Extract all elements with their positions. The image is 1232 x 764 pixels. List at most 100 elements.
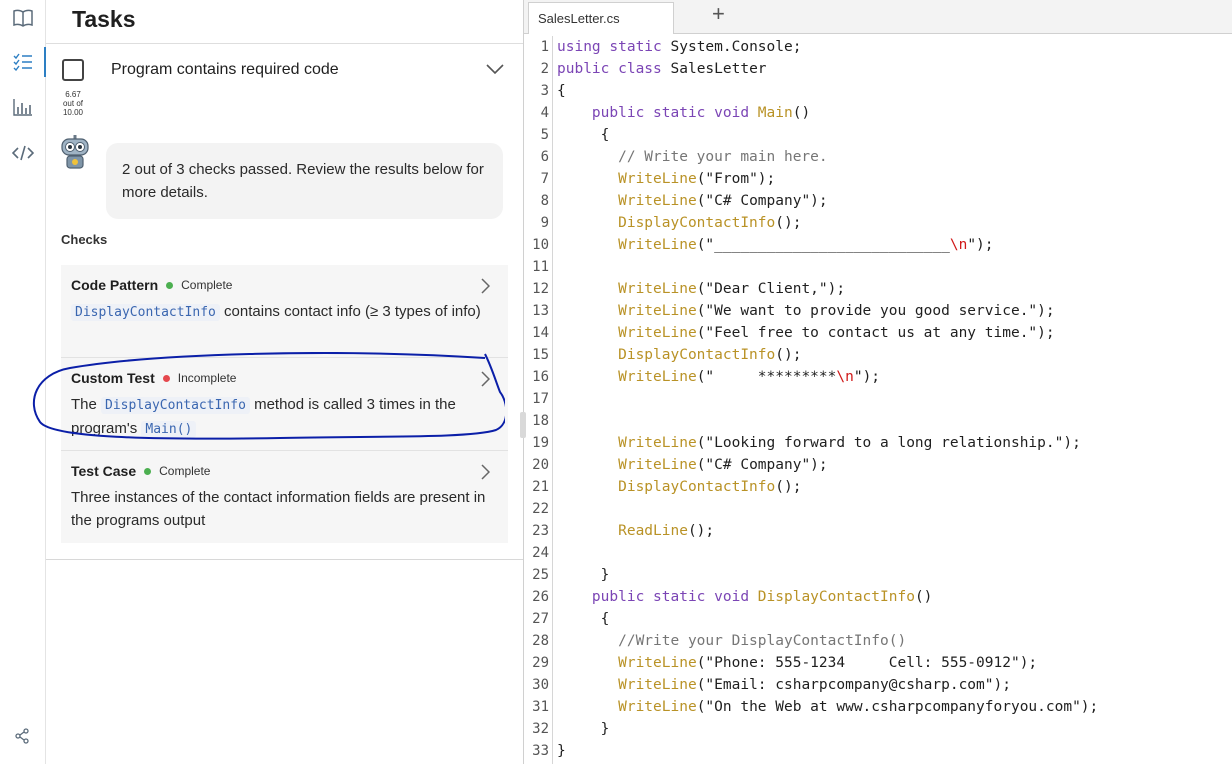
code-token: Main: [757, 105, 793, 121]
tab-bar: SalesLetter.cs +: [524, 0, 1232, 34]
code-line[interactable]: //Write your DisplayContactInfo(): [557, 630, 906, 652]
task-list-icon[interactable]: [0, 45, 47, 79]
code-token: WriteLine: [618, 655, 697, 671]
code-line[interactable]: }: [557, 740, 566, 762]
check-card-code-pattern[interactable]: Code Pattern Complete DisplayContactInfo…: [61, 265, 508, 357]
code-line[interactable]: }: [557, 564, 610, 586]
code-token: WriteLine: [618, 303, 697, 319]
code-line[interactable]: WriteLine("From");: [557, 168, 775, 190]
code-token: // Write your main here.: [618, 149, 828, 165]
chevron-right-icon[interactable]: [480, 464, 491, 485]
code-token: WriteLine: [618, 237, 697, 253]
code-token: (): [792, 105, 811, 121]
line-number: 29: [532, 655, 549, 671]
code-token: DisplayContactInfo: [618, 479, 776, 495]
code-line[interactable]: public static void DisplayContactInfo(): [557, 586, 932, 608]
code-line[interactable]: // Write your main here.: [557, 146, 828, 168]
code-line[interactable]: {: [557, 80, 566, 102]
code-line[interactable]: {: [557, 608, 610, 630]
share-icon[interactable]: [14, 728, 30, 749]
code-line[interactable]: DisplayContactInfo();: [557, 344, 801, 366]
check-card-custom-test[interactable]: Custom Test Incomplete The DisplayContac…: [61, 358, 508, 450]
checks-heading: Checks: [61, 232, 108, 247]
code-line[interactable]: WriteLine("We want to provide you good s…: [557, 300, 1055, 322]
line-number: 25: [532, 567, 549, 583]
code-token: //Write your DisplayContactInfo(): [618, 633, 907, 649]
line-number: 4: [540, 105, 549, 121]
code-line[interactable]: WriteLine("Email: csharpcompany@csharp.c…: [557, 674, 1011, 696]
check-name: Custom Test: [71, 370, 155, 386]
code-token: public class: [557, 61, 671, 77]
line-number: 30: [532, 677, 549, 693]
status-badge: Complete: [159, 464, 211, 478]
icon-rail: [0, 0, 47, 764]
check-card-test-case[interactable]: Test Case Complete Three instances of th…: [61, 451, 508, 543]
code-line[interactable]: WriteLine(" *********\n");: [557, 366, 880, 388]
code-token: ();: [775, 215, 802, 231]
code-line[interactable]: public static void Main(): [557, 102, 810, 124]
line-number: 5: [540, 127, 549, 143]
code-line[interactable]: WriteLine("Dear Client,");: [557, 278, 845, 300]
panel-splitter[interactable]: [520, 412, 526, 438]
add-tab-button[interactable]: +: [712, 3, 725, 25]
code-token: DisplayContactInfo: [757, 589, 915, 605]
panel-title: Tasks: [72, 6, 136, 32]
status-dot: [144, 467, 152, 475]
code-line[interactable]: WriteLine("C# Company");: [557, 454, 828, 476]
line-number: 1: [540, 39, 549, 55]
task-checkbox[interactable]: [62, 59, 84, 81]
code-line[interactable]: public class SalesLetter: [557, 58, 767, 80]
check-description: Three instances of the contact informati…: [71, 489, 486, 529]
line-number: 27: [532, 611, 549, 627]
code-line[interactable]: WriteLine("Looking forward to a long rel…: [557, 432, 1081, 454]
code-line[interactable]: DisplayContactInfo();: [557, 476, 801, 498]
check-name: Code Pattern: [71, 277, 159, 293]
code-line[interactable]: WriteLine("C# Company");: [557, 190, 828, 212]
score-max: 10.00: [62, 108, 84, 117]
code-token: System.Console;: [670, 39, 802, 55]
code-icon[interactable]: [0, 136, 46, 170]
chevron-right-icon[interactable]: [480, 371, 491, 392]
code-line[interactable]: DisplayContactInfo();: [557, 212, 801, 234]
code-token: DisplayContactInfo: [618, 347, 776, 363]
bar-chart-icon[interactable]: [0, 90, 46, 124]
code-line[interactable]: WriteLine("Feel free to contact us at an…: [557, 322, 1055, 344]
code-line[interactable]: WriteLine("Phone: 555-1234 Cell: 555-091…: [557, 652, 1037, 674]
task-label[interactable]: Program contains required code: [111, 61, 339, 79]
divider: [46, 43, 523, 44]
code-chip: DisplayContactInfo: [71, 304, 220, 321]
code-line[interactable]: using static System.Console;: [557, 36, 801, 58]
code-token: ("C# Company");: [696, 457, 828, 473]
code-token: using static: [557, 39, 671, 55]
code-token: ("Looking forward to a long relationship…: [696, 435, 1081, 451]
code-line[interactable]: }: [557, 718, 610, 740]
line-number: 9: [540, 215, 549, 231]
line-number: 32: [532, 721, 549, 737]
code-token: \n: [836, 369, 854, 385]
code-editor: SalesLetter.cs + 1 2 3 4 5 6 7 8 9 10 11 12 13 14 15 16…: [523, 0, 1232, 764]
score-separator: out of: [62, 99, 83, 108]
code-token: WriteLine: [618, 171, 697, 187]
code-line[interactable]: WriteLine("On the Web at www.csharpcompa…: [557, 696, 1098, 718]
code-line[interactable]: WriteLine("___________________________\n…: [557, 234, 993, 256]
line-number: 23: [532, 523, 549, 539]
code-token: }: [557, 567, 610, 583]
result-bubble: 2 out of 3 checks passed. Review the res…: [106, 143, 503, 219]
book-icon[interactable]: [0, 1, 46, 35]
chevron-right-icon[interactable]: [480, 278, 491, 299]
tab-saleslettercs[interactable]: SalesLetter.cs: [528, 2, 674, 34]
code-token: (" *********: [696, 369, 837, 385]
code-line[interactable]: ReadLine();: [557, 520, 714, 542]
task-score: 6.67 out of 10.00: [56, 90, 90, 117]
chevron-down-icon[interactable]: [486, 62, 504, 80]
robot-icon: [58, 135, 92, 169]
code-line[interactable]: {: [557, 124, 610, 146]
